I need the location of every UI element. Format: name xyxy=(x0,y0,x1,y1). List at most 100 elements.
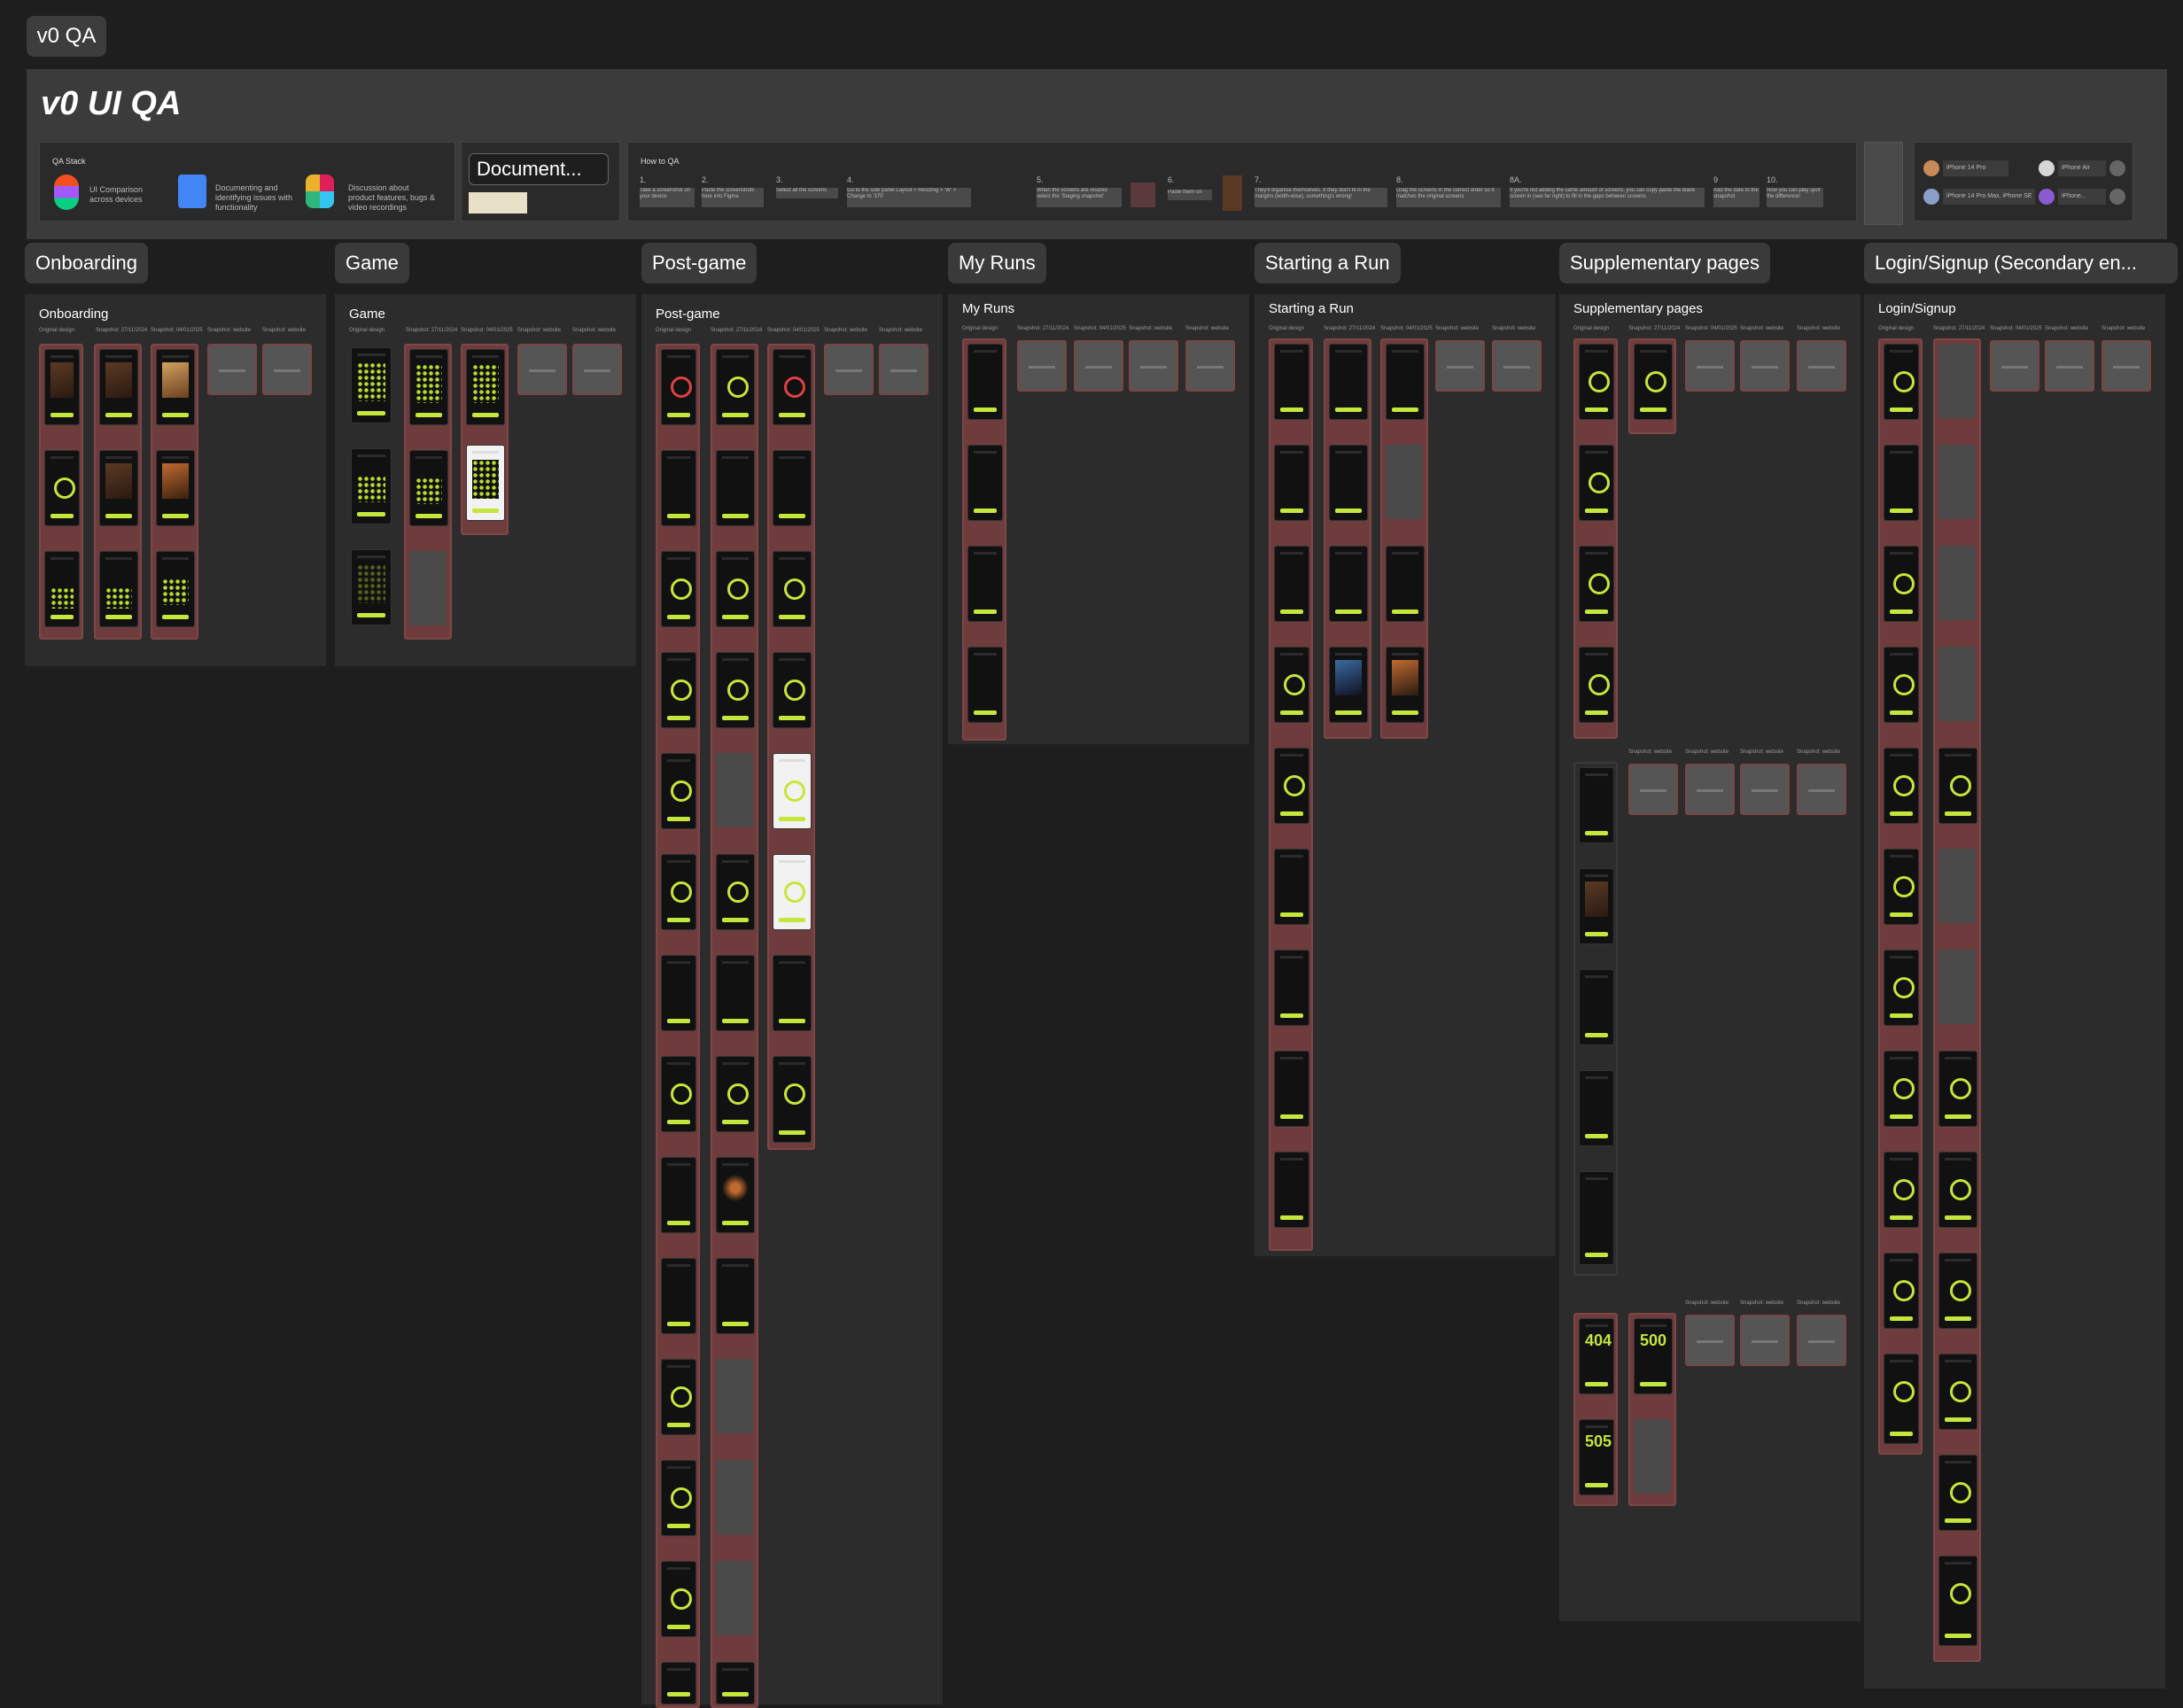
screen[interactable] xyxy=(1579,969,1614,1045)
screen[interactable] xyxy=(716,1056,755,1132)
document-label[interactable]: Document... xyxy=(469,153,609,185)
screen[interactable] xyxy=(773,450,812,526)
screen[interactable] xyxy=(1938,1354,1977,1430)
screen[interactable] xyxy=(1884,950,1919,1026)
section-tag-my-runs[interactable]: My Runs xyxy=(948,243,1046,283)
empty-screen[interactable] xyxy=(1492,340,1542,392)
screen[interactable] xyxy=(1386,647,1425,723)
screen[interactable] xyxy=(1579,546,1614,622)
screen[interactable] xyxy=(773,955,812,1031)
screen[interactable] xyxy=(351,448,392,524)
screen[interactable] xyxy=(1329,344,1368,420)
screen[interactable] xyxy=(661,652,696,728)
screen[interactable] xyxy=(716,1662,755,1704)
empty-screen[interactable] xyxy=(879,344,928,395)
empty-screen[interactable] xyxy=(1797,1315,1846,1366)
section-tag-game[interactable]: Game xyxy=(335,243,409,283)
empty-screen[interactable] xyxy=(716,1460,753,1534)
empty-screen[interactable] xyxy=(1797,340,1846,392)
screen[interactable] xyxy=(773,551,812,627)
screen[interactable] xyxy=(1938,1556,1977,1646)
screen[interactable] xyxy=(1329,546,1368,622)
screen[interactable] xyxy=(1274,849,1309,925)
empty-screen[interactable] xyxy=(1435,340,1485,392)
screen-404[interactable]: 404 xyxy=(1579,1318,1614,1394)
screen[interactable] xyxy=(661,1056,696,1132)
page-tag[interactable]: v0 QA xyxy=(27,16,106,57)
empty-screen[interactable] xyxy=(1685,340,1735,392)
empty-screen[interactable] xyxy=(1938,546,1976,620)
screen[interactable] xyxy=(351,347,392,423)
screen[interactable] xyxy=(1579,445,1614,521)
empty-screen[interactable] xyxy=(1634,1419,1671,1494)
empty-screen[interactable] xyxy=(2045,340,2094,392)
empty-screen[interactable] xyxy=(1938,445,1976,519)
screen[interactable] xyxy=(99,349,138,425)
screen[interactable] xyxy=(1274,1051,1309,1127)
screen[interactable] xyxy=(716,349,755,425)
screen[interactable] xyxy=(967,546,1003,622)
screen[interactable] xyxy=(1274,546,1309,622)
empty-screen[interactable] xyxy=(1938,647,1976,721)
screen[interactable] xyxy=(967,647,1003,723)
screen[interactable] xyxy=(156,551,195,627)
screen[interactable] xyxy=(1329,445,1368,521)
empty-screen[interactable] xyxy=(1938,344,1976,418)
screen[interactable] xyxy=(466,349,505,425)
screen[interactable] xyxy=(716,1258,755,1334)
empty-screen[interactable] xyxy=(716,753,753,827)
screen[interactable] xyxy=(661,1460,696,1536)
empty-screen[interactable] xyxy=(716,1359,753,1433)
screen[interactable] xyxy=(1884,1051,1919,1127)
device-avatar-toggle-1[interactable] xyxy=(2109,160,2125,176)
document-card[interactable]: Document... xyxy=(461,142,620,221)
screen[interactable] xyxy=(716,955,755,1031)
screen-505[interactable]: 505 xyxy=(1579,1419,1614,1495)
screen[interactable] xyxy=(1884,1354,1919,1444)
screen[interactable] xyxy=(1884,647,1919,723)
screen[interactable] xyxy=(1579,647,1614,723)
screen[interactable] xyxy=(1884,546,1919,622)
empty-screen[interactable] xyxy=(2101,340,2151,392)
empty-screen[interactable] xyxy=(1685,764,1735,815)
screen-500[interactable]: 500 xyxy=(1634,1318,1673,1394)
empty-screen[interactable] xyxy=(824,344,874,395)
blank-screen-template[interactable] xyxy=(1864,142,1903,225)
screen[interactable] xyxy=(716,652,755,728)
empty-screen[interactable] xyxy=(716,1561,753,1635)
screen[interactable] xyxy=(1938,1253,1977,1329)
empty-screen[interactable] xyxy=(207,344,257,395)
screen[interactable] xyxy=(1884,1253,1919,1329)
screen[interactable] xyxy=(773,349,812,425)
screen[interactable] xyxy=(99,551,138,627)
screen[interactable] xyxy=(967,445,1003,521)
screen[interactable] xyxy=(773,753,812,829)
screen[interactable] xyxy=(156,450,195,526)
empty-screen[interactable] xyxy=(1740,340,1790,392)
section-tag-onboarding[interactable]: Onboarding xyxy=(25,243,148,283)
screen[interactable] xyxy=(716,1157,755,1233)
screen[interactable] xyxy=(1884,344,1919,420)
empty-screen[interactable] xyxy=(409,551,447,625)
screen[interactable] xyxy=(1938,1455,1977,1531)
screen[interactable] xyxy=(1386,344,1425,420)
empty-screen[interactable] xyxy=(1074,340,1123,392)
screen[interactable] xyxy=(661,551,696,627)
screen[interactable] xyxy=(44,349,80,425)
screen[interactable] xyxy=(1884,849,1919,925)
screen[interactable] xyxy=(773,854,812,930)
section-tag-supplementary[interactable]: Supplementary pages xyxy=(1559,243,1771,283)
empty-screen[interactable] xyxy=(1685,1315,1735,1366)
screen[interactable] xyxy=(1884,748,1919,824)
screen[interactable] xyxy=(1274,344,1309,420)
empty-screen[interactable] xyxy=(1017,340,1067,392)
empty-screen[interactable] xyxy=(517,344,567,395)
empty-screen[interactable] xyxy=(1938,950,1976,1024)
empty-screen[interactable] xyxy=(572,344,622,395)
empty-screen[interactable] xyxy=(1740,764,1790,815)
screen[interactable] xyxy=(716,450,755,526)
screen[interactable] xyxy=(409,450,448,526)
screen[interactable] xyxy=(716,854,755,930)
screen[interactable] xyxy=(1579,344,1614,420)
screen[interactable] xyxy=(1274,647,1309,723)
